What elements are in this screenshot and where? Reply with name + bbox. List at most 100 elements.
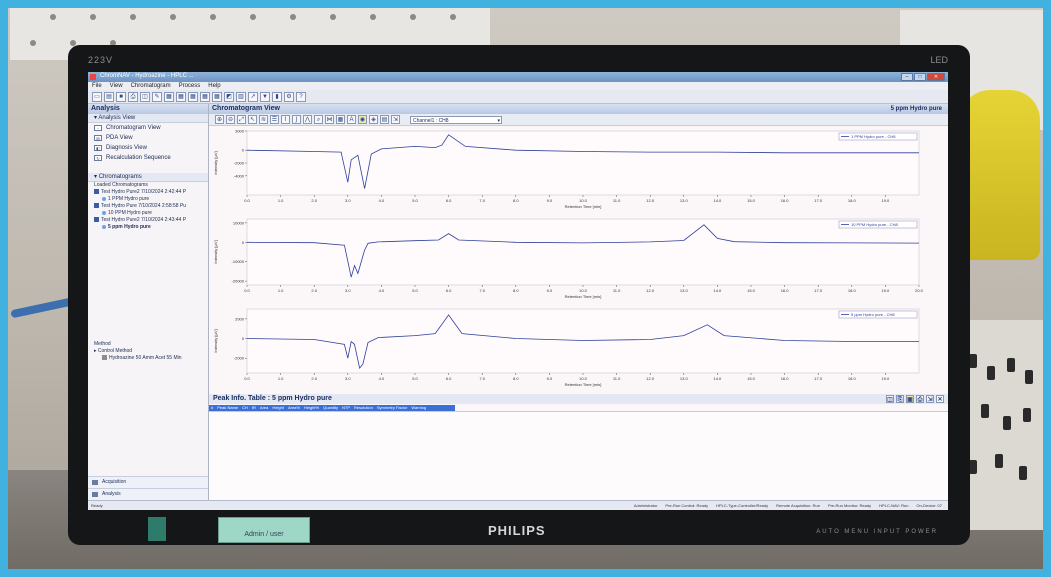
open-icon[interactable]: ▤ bbox=[104, 91, 114, 102]
x-tick-label: 1.0 bbox=[278, 198, 284, 203]
zoom-out-icon[interactable]: ⊖ bbox=[226, 115, 235, 124]
save-icon[interactable]: ■ bbox=[116, 91, 126, 102]
gear-icon[interactable]: ⚙ bbox=[284, 91, 294, 102]
x-tick-label: 18.0 bbox=[848, 198, 857, 203]
x-tick-label: 7.0 bbox=[479, 288, 485, 293]
table-print-icon[interactable]: ⎙ bbox=[916, 395, 924, 403]
report-icon[interactable]: ▥ bbox=[236, 91, 246, 102]
x-tick-label: 4.0 bbox=[379, 376, 385, 381]
cursor-icon[interactable]: ↖ bbox=[248, 115, 257, 124]
status-item: Pre-Run Control: Ready bbox=[665, 503, 709, 508]
table-settings-icon[interactable]: ◫ bbox=[886, 395, 894, 403]
photo-background: 223V LED ChromNAV - Hydroazine - HPLC ..… bbox=[0, 0, 1051, 577]
layout-icon-3[interactable]: ▦ bbox=[188, 91, 198, 102]
monitor-controls[interactable]: AUTO MENU INPUT POWER bbox=[816, 529, 938, 535]
layout-icon-1[interactable]: ▦ bbox=[164, 91, 174, 102]
x-tick-label: 10.0 bbox=[579, 198, 588, 203]
tree-item[interactable]: Test Hydro Pure2 7/10/2024 2:43:44 P bbox=[88, 217, 208, 224]
channel-select[interactable]: Channel1 : CH8 ▾ bbox=[410, 115, 502, 124]
y-tick-label: -2000 bbox=[234, 161, 245, 166]
layout-icon-2[interactable]: ▦ bbox=[176, 91, 186, 102]
chevron-down-icon: ▾ bbox=[497, 117, 500, 124]
fit-icon[interactable]: ⤢ bbox=[237, 115, 246, 124]
x-tick-label: 4.0 bbox=[379, 288, 385, 293]
stats-icon[interactable]: ▮ bbox=[272, 91, 282, 102]
method-tree-item[interactable]: Hydroazine 50 Amm Acet 55 Min bbox=[88, 355, 208, 362]
menu-file[interactable]: File bbox=[92, 82, 102, 90]
section-analysis-view[interactable]: ▾ Analysis View bbox=[88, 114, 208, 123]
minimize-button[interactable]: – bbox=[901, 73, 913, 81]
table-copy-icon[interactable]: ⎘ bbox=[896, 395, 904, 403]
layout-icon-4[interactable]: ▦ bbox=[200, 91, 210, 102]
left-panel: Analysis ▾ Analysis View ~ Chromatogram V… bbox=[88, 104, 209, 500]
x-tick-label: 17.0 bbox=[814, 288, 823, 293]
integrate-icon[interactable]: ∫ bbox=[292, 115, 301, 124]
settings-chart-icon[interactable]: ◉ bbox=[358, 115, 367, 124]
nav-diagnosis-view[interactable]: ◧ Diagnosis View bbox=[88, 143, 208, 153]
peak-table-body[interactable] bbox=[209, 411, 948, 501]
help-icon[interactable]: ? bbox=[296, 91, 306, 102]
legend-label: 10 PPM Hydro pure - CH8 bbox=[851, 222, 898, 227]
filter-icon[interactable]: ▼ bbox=[260, 91, 270, 102]
tree-item[interactable]: Test Hydro Pure 7/10/2024 2:58:58 Pu bbox=[88, 203, 208, 210]
color-icon[interactable]: ◈ bbox=[369, 115, 378, 124]
layout-icon-5[interactable]: ▦ bbox=[212, 91, 222, 102]
main-panel: Chromatogram View 5 ppm Hydro pure ⊕ ⊖ ⤢… bbox=[209, 104, 948, 501]
window-titlebar[interactable]: ChromNAV - Hydroazine - HPLC ... – □ ✕ bbox=[88, 72, 948, 82]
method-tree-item[interactable]: ▸ Control Method bbox=[88, 348, 208, 355]
y-axis-label: Intensity [µV] bbox=[213, 151, 218, 174]
x-tick-label: 16.0 bbox=[781, 288, 790, 293]
chromatogram-chart-3[interactable]: Intensity [µV] 2000 0 -2000 0.0 1.0 2.0 3.0 4.0 5… bbox=[209, 303, 948, 391]
x-tick-label: 19.0 bbox=[882, 288, 891, 293]
tree-item[interactable]: 10 PPM Hydro pure bbox=[88, 210, 208, 217]
tree-item[interactable]: 1 PPM Hydro pure bbox=[88, 196, 208, 203]
window-title: ChromNAV - Hydroazine - HPLC ... bbox=[100, 73, 194, 79]
status-item: Remote Acquisition: Run bbox=[776, 503, 820, 508]
menu-help[interactable]: Help bbox=[208, 82, 220, 90]
menu-bar: File View Chromatogram Process Help bbox=[88, 82, 948, 90]
table-close-icon[interactable]: ✕ bbox=[936, 395, 944, 403]
export-chart-icon[interactable]: ⇲ bbox=[391, 115, 400, 124]
new-icon[interactable]: ▭ bbox=[92, 91, 102, 102]
x-tick-label: 11.0 bbox=[613, 198, 621, 203]
nav-analysis[interactable]: Analysis bbox=[88, 488, 208, 500]
chart-icon[interactable]: ◩ bbox=[224, 91, 234, 102]
zoom-icon[interactable]: ⊕ bbox=[215, 115, 224, 124]
print-preview-icon[interactable]: ◫ bbox=[140, 91, 150, 102]
tree-item-selected[interactable]: 5 ppm Hydro pure bbox=[88, 224, 208, 231]
baseline-icon[interactable]: ⌇ bbox=[281, 115, 290, 124]
y-tick-label: 2000 bbox=[235, 316, 245, 321]
close-button[interactable]: ✕ bbox=[927, 73, 945, 81]
tool-icon[interactable]: ✎ bbox=[152, 91, 162, 102]
nav-pda-view[interactable]: ▤ PDA View bbox=[88, 133, 208, 143]
table-export-icon[interactable]: ⇲ bbox=[926, 395, 934, 403]
nav-chromatogram-view[interactable]: ~ Chromatogram View bbox=[88, 123, 208, 133]
menu-process[interactable]: Process bbox=[179, 82, 201, 90]
legend-label: 5 ppm Hydro pure - CH8 bbox=[851, 312, 895, 317]
main-header: Chromatogram View 5 ppm Hydro pure bbox=[209, 104, 948, 114]
search-icon[interactable]: ⌕ bbox=[314, 115, 323, 124]
grid-icon[interactable]: ▦ bbox=[336, 115, 345, 124]
nav-acquisition[interactable]: Acquisition bbox=[88, 476, 208, 488]
chromatogram-chart-1[interactable]: Intensity [µV] 3000 0 -2000 -4000 0.0 1.0 2.0 3.… bbox=[209, 125, 948, 213]
x-tick-label: 9.0 bbox=[547, 288, 553, 293]
section-chromatograms[interactable]: ▾ Chromatograms bbox=[88, 173, 208, 182]
data-file-icon bbox=[94, 203, 99, 209]
tree-item[interactable]: Test Hydro Pure2 7/10/2024 2:42:44 P bbox=[88, 189, 208, 196]
peak-icon[interactable]: ⋀ bbox=[303, 115, 312, 124]
label-icon[interactable]: A bbox=[347, 115, 356, 124]
maximize-button[interactable]: □ bbox=[914, 73, 926, 81]
export-icon[interactable]: ↗ bbox=[248, 91, 258, 102]
chromatogram-chart-2[interactable]: Intensity [µV] 10000 0 -10000 -20000 0.0 1.0 2.… bbox=[209, 213, 948, 303]
table-icon[interactable]: ▤ bbox=[380, 115, 389, 124]
menu-view[interactable]: View bbox=[110, 82, 123, 90]
print-icon[interactable]: ⎙ bbox=[128, 91, 138, 102]
x-tick-label: 13.0 bbox=[680, 288, 689, 293]
stack-icon[interactable]: ☰ bbox=[270, 115, 279, 124]
energy-star-logo bbox=[148, 517, 166, 541]
menu-chromatogram[interactable]: Chromatogram bbox=[131, 82, 171, 90]
overlay-icon[interactable]: ≋ bbox=[259, 115, 268, 124]
table-highlight-icon[interactable]: ▣ bbox=[906, 395, 914, 403]
nav-recalculation-sequence[interactable]: ↻ Recalculation Sequence bbox=[88, 153, 208, 163]
compare-icon[interactable]: ⋈ bbox=[325, 115, 334, 124]
